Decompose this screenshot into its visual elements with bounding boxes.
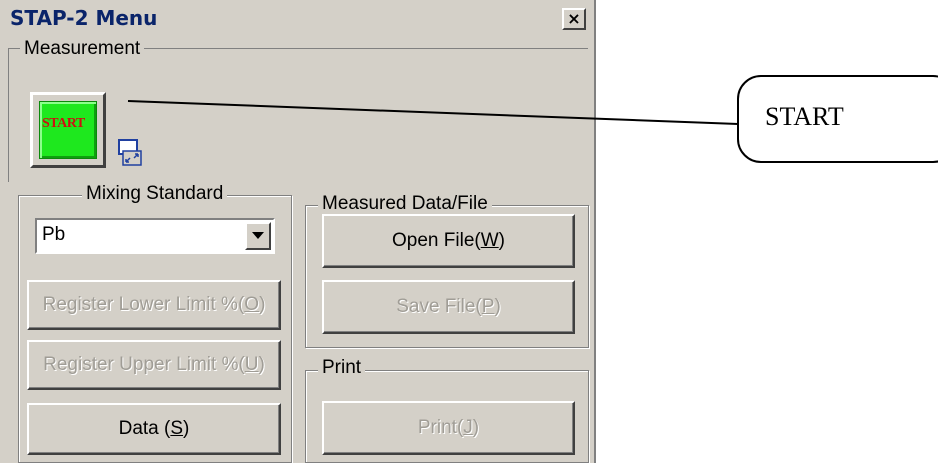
measurement-group-label: Measurement xyxy=(20,38,145,60)
register-lower-limit-button[interactable]: Register Lower Limit %(O) xyxy=(27,280,281,330)
start-icon: START xyxy=(39,101,97,159)
mixing-standard-select[interactable]: Pb xyxy=(35,218,275,254)
data-button-tail: ) xyxy=(183,418,190,439)
measured-data-file-group-label: Measured Data/File xyxy=(318,193,492,215)
print-button[interactable]: Print(J) xyxy=(322,401,575,455)
register-upper-limit-accel: U xyxy=(244,354,259,375)
start-icon-label: START xyxy=(42,116,85,131)
mixing-standard-group-label: Mixing Standard xyxy=(82,183,228,205)
register-lower-limit-accel: O xyxy=(244,294,260,315)
chevron-down-icon xyxy=(252,232,264,239)
dropdown-button[interactable] xyxy=(245,222,271,250)
data-button-accel: S xyxy=(170,418,184,439)
open-file-label: Open File( xyxy=(392,230,481,251)
start-button[interactable]: START xyxy=(30,92,106,168)
save-file-label: Save File( xyxy=(396,296,482,317)
register-upper-limit-button[interactable]: Register Upper Limit %(U) xyxy=(27,340,281,390)
stap2-menu-window: STAP-2 Menu × Measurement START Mixing S… xyxy=(0,0,596,463)
save-file-button[interactable]: Save File(P) xyxy=(322,280,575,334)
print-button-tail: ) xyxy=(472,417,480,438)
data-button[interactable]: Data (S) xyxy=(27,403,281,455)
save-file-tail: ) xyxy=(494,296,501,317)
mixing-standard-value: Pb xyxy=(42,224,66,245)
register-lower-limit-label: Register Lower Limit %( xyxy=(42,294,245,315)
print-group-label: Print xyxy=(318,357,366,379)
print-button-accel: J xyxy=(463,417,473,438)
register-lower-limit-tail: ) xyxy=(259,294,266,315)
open-file-accel: W xyxy=(480,230,499,251)
callout-label: START xyxy=(765,102,844,131)
register-upper-limit-tail: ) xyxy=(258,354,265,375)
window-title: STAP-2 Menu xyxy=(10,6,158,30)
close-icon: × xyxy=(567,9,581,28)
resize-window-icon[interactable] xyxy=(118,138,142,166)
open-file-tail: ) xyxy=(498,230,505,251)
title-bar[interactable]: STAP-2 Menu × xyxy=(0,0,594,38)
close-button[interactable]: × xyxy=(562,8,586,30)
register-upper-limit-label: Register Upper Limit %( xyxy=(43,354,245,375)
open-file-button[interactable]: Open File(W) xyxy=(322,214,575,268)
data-button-label: Data ( xyxy=(118,418,171,439)
save-file-accel: P xyxy=(481,296,495,317)
print-button-label: Print( xyxy=(417,417,464,438)
